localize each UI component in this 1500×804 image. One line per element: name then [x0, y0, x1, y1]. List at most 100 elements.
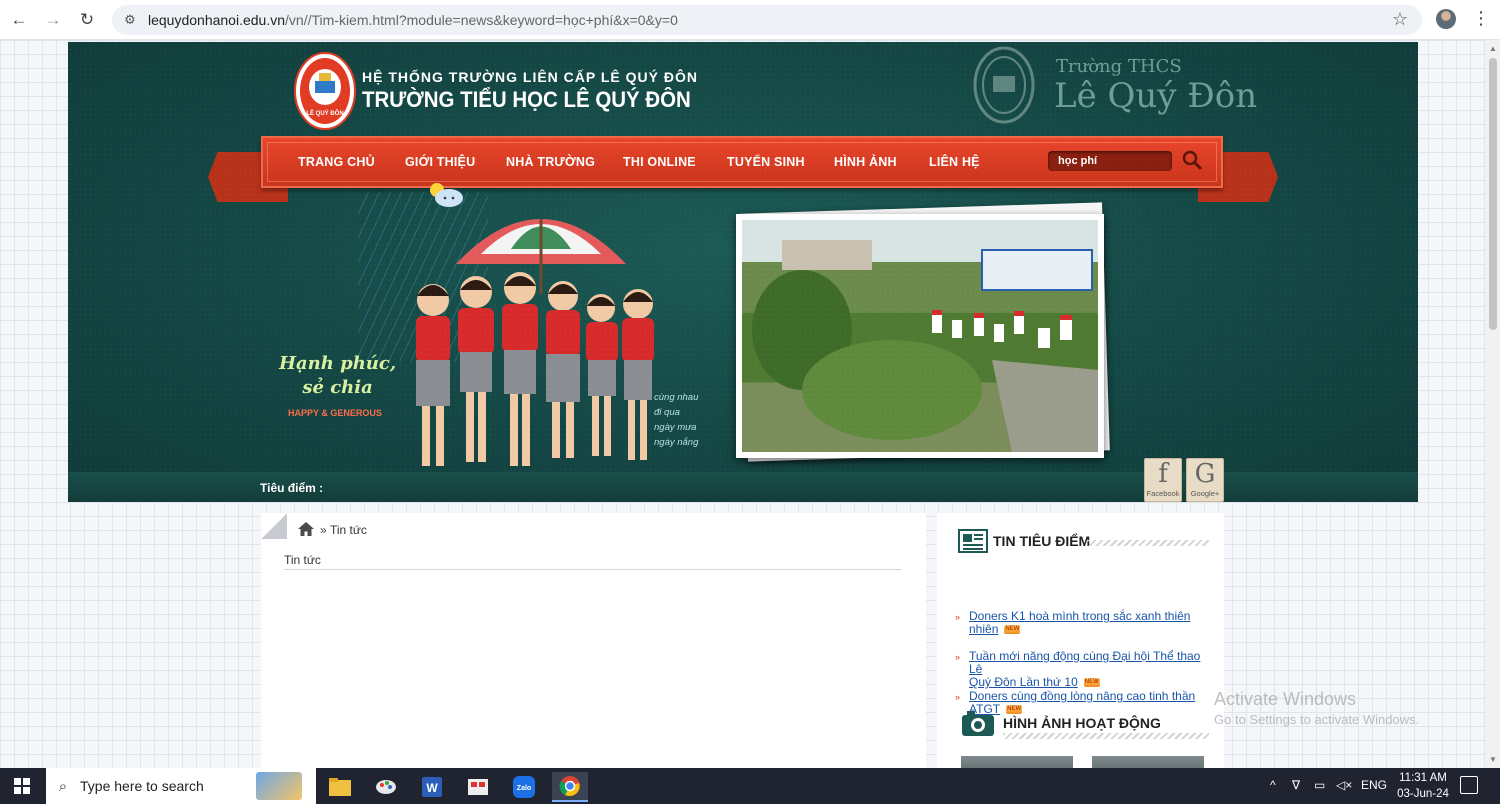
back-icon[interactable]: ← [4, 5, 34, 35]
paint-icon[interactable] [368, 772, 404, 802]
windows-taskbar: ⌕ Type here to search W Zalo ^ ∇ ▭ ◁× EN… [0, 768, 1500, 804]
side-note: cùng nhau đi qua ngày mưa ngày nắng [654, 390, 698, 450]
news-link-2[interactable]: Tuần mới năng động cùng Đại hội Thể thao… [969, 650, 1213, 689]
slogan-line2: sẻ chia [302, 377, 373, 398]
field-trip-photo[interactable] [742, 220, 1098, 452]
address-bar[interactable]: ⚙ lequydonhanoi.edu.vn/vn//Tim-kiem.html… [112, 5, 1422, 35]
gallery-thumbnail[interactable] [961, 756, 1073, 768]
new-badge: NEW [1006, 705, 1023, 715]
scrollbar-thumb[interactable] [1489, 58, 1497, 330]
menu-item-admissions[interactable]: TUYỂN SINH [727, 155, 805, 169]
browser-toolbar: ← → ↻ ⚙ lequydonhanoi.edu.vn/vn//Tim-kie… [0, 0, 1500, 40]
chrome-icon[interactable] [552, 772, 588, 802]
side-note-line1: cùng nhau [654, 392, 699, 403]
google-plus-label: Google+ [1190, 489, 1220, 498]
newspaper-icon [958, 529, 988, 553]
header-banner: LÊ QUÝ ĐÔN HỆ THỐNG TRƯỜNG LIÊN CẤP LÊ Q… [68, 42, 1418, 502]
clock-date: 03-Jun-24 [1397, 788, 1449, 800]
scroll-up-icon[interactable]: ▲ [1489, 44, 1497, 53]
site-settings-icon[interactable]: ⚙ [116, 12, 144, 28]
thcs-title[interactable]: Lê Quý Đôn [1054, 76, 1257, 116]
system-clock[interactable]: 11:31 AM 03-Jun-24 [1392, 770, 1454, 802]
slogan-line1: Hạnh phúc, [279, 353, 397, 374]
thcs-seal-icon[interactable] [973, 46, 1035, 124]
sidebar: TIN TIÊU ĐIỂM » Doners K1 hoà mình trong… [937, 513, 1224, 768]
tray-chevron-icon[interactable]: ^ [1270, 778, 1276, 792]
forward-icon[interactable]: → [38, 5, 68, 35]
breadcrumb-separator: » [320, 523, 327, 537]
url-text[interactable]: lequydonhanoi.edu.vn/vn//Tim-kiem.html?m… [148, 12, 678, 28]
facebook-label: Facebook [1146, 489, 1180, 498]
activity-photos-heading: HÌNH ẢNH HOẠT ĐỘNG [1003, 715, 1161, 731]
slogan: Hạnh phúc, sẻ chia [279, 352, 396, 400]
search-highlight-icon [256, 772, 302, 800]
photo-back-card [740, 202, 1110, 462]
side-note-line4: ngày nắng [654, 437, 699, 448]
news-link-3[interactable]: Doners cùng đồng lòng nâng cao tinh thần… [969, 690, 1195, 716]
facebook-button[interactable]: f Facebook [1144, 458, 1182, 502]
gallery-thumbnail[interactable] [1092, 756, 1204, 768]
slogan-subtitle: HAPPY & GENEROUS [288, 408, 382, 418]
windows-start-icon[interactable] [14, 778, 30, 794]
new-badge: NEW [1083, 678, 1100, 688]
reload-icon[interactable]: ↻ [72, 5, 102, 35]
taskbar-search[interactable]: ⌕ Type here to search [46, 768, 316, 804]
main-content: » Tin tức Tin tức [261, 513, 926, 768]
school-logo[interactable]: LÊ QUÝ ĐÔN [293, 51, 357, 131]
side-note-line3: ngày mưa [654, 422, 697, 433]
new-badge: NEW [1004, 625, 1021, 635]
search-field[interactable] [1048, 151, 1172, 171]
featured-news-heading: TIN TIÊU ĐIỂM [993, 533, 1091, 549]
news-link-1[interactable]: Doners K1 hoà mình trong sắc xanh thiên n… [969, 610, 1190, 636]
ribbon-tail-left [208, 152, 288, 202]
snipping-tool-icon[interactable] [460, 772, 496, 802]
menu-item-school[interactable]: NHÀ TRƯỜNG [506, 155, 595, 169]
menu-item-gallery[interactable]: HÌNH ẢNH [834, 155, 897, 169]
section-title: Tin tức [284, 553, 321, 567]
file-explorer-icon[interactable] [322, 772, 358, 802]
photo-frame[interactable] [736, 214, 1104, 458]
brand-title[interactable]: TRƯỜNG TIỂU HỌC LÊ QUÝ ĐÔN [362, 87, 691, 113]
scroll-down-icon[interactable]: ▼ [1489, 755, 1497, 764]
taskbar-search-placeholder: Type here to search [80, 778, 204, 794]
corner-fold [261, 513, 287, 539]
home-icon[interactable] [298, 522, 314, 536]
menu-kebab-icon[interactable]: ⋮ [1472, 8, 1490, 29]
zalo-icon[interactable]: Zalo [506, 772, 542, 802]
language-indicator[interactable]: ENG [1361, 778, 1387, 792]
kids-illustration [416, 272, 654, 466]
network-icon[interactable]: ▭ [1314, 778, 1325, 792]
thcs-subtitle: Trường THCS [1056, 56, 1182, 77]
notification-icon[interactable] [1460, 776, 1478, 794]
page-scrollbar[interactable]: ▲ ▼ [1486, 40, 1500, 768]
menu-item-contact[interactable]: LIÊN HỆ [929, 155, 980, 169]
profile-avatar[interactable] [1436, 9, 1456, 29]
volume-icon[interactable]: ◁× [1336, 778, 1352, 792]
bullet-icon: » [955, 612, 961, 622]
activation-watermark-title: Activate Windows [1214, 689, 1357, 709]
menu-item-about[interactable]: GIỚI THIỆU [405, 155, 475, 169]
search-input[interactable] [1048, 151, 1172, 171]
section-divider [284, 569, 901, 570]
heading-stripes [1087, 540, 1209, 546]
heading-stripes [1003, 733, 1209, 739]
menu-item-online-test[interactable]: THI ONLINE [623, 155, 696, 169]
svg-text:Zalo: Zalo [517, 785, 531, 792]
bullet-icon: » [955, 652, 961, 662]
rain-decoration [358, 192, 488, 362]
google-plus-icon: G [1194, 459, 1216, 489]
camera-icon [962, 711, 994, 736]
focus-label: Tiêu điểm : [260, 481, 324, 495]
activation-watermark-subtitle: Go to Settings to activate Windows. [1214, 712, 1420, 727]
word-icon[interactable]: W [414, 772, 450, 802]
search-icon[interactable] [1181, 149, 1203, 171]
umbrella-illustration [456, 219, 626, 294]
logo-text: LÊ QUÝ ĐÔN [306, 109, 343, 117]
bookmark-star-icon[interactable]: ☆ [1392, 9, 1408, 30]
menu-item-home[interactable]: TRANG CHỦ [298, 155, 375, 169]
search-icon: ⌕ [58, 777, 68, 795]
bullet-icon: » [955, 692, 961, 702]
google-plus-button[interactable]: G Google+ [1186, 458, 1224, 502]
breadcrumb-item-news[interactable]: Tin tức [330, 523, 367, 537]
vpn-icon[interactable]: ∇ [1292, 778, 1300, 792]
